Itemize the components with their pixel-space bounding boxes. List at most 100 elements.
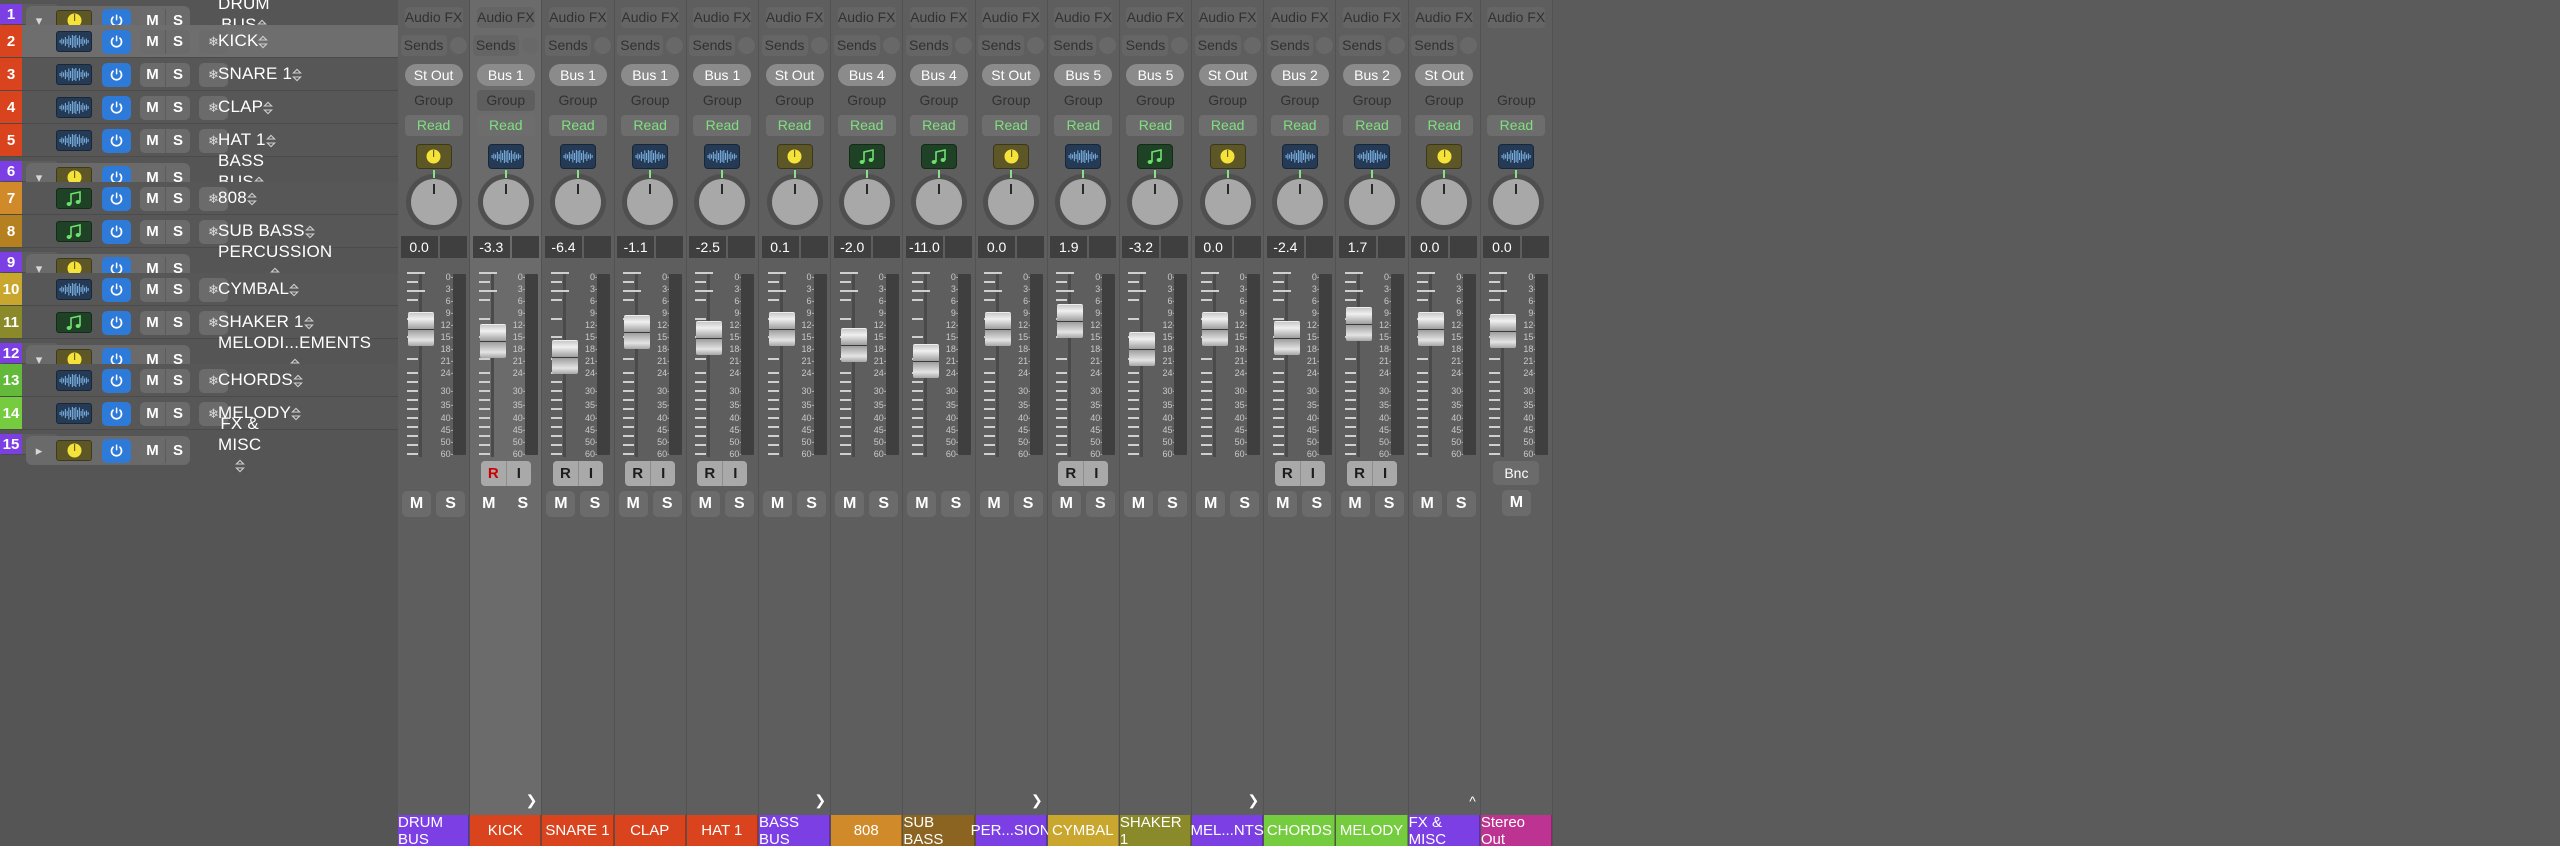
fader-handle[interactable] xyxy=(1201,311,1228,346)
input-monitor-button[interactable]: I xyxy=(1372,461,1397,486)
solo-button[interactable]: S xyxy=(869,491,899,517)
peak-value[interactable] xyxy=(1233,236,1261,258)
fader-handle[interactable] xyxy=(840,328,867,363)
audio-fx-slot[interactable]: Audio FX xyxy=(837,7,896,28)
output-selector[interactable]: St Out xyxy=(404,64,463,86)
pan-knob[interactable] xyxy=(1493,170,1540,225)
volume-value[interactable]: 0.0 xyxy=(1483,236,1521,258)
channel-name-plate[interactable]: BASS BUS xyxy=(758,814,831,846)
send-knob[interactable] xyxy=(1027,37,1045,54)
volume-fader[interactable] xyxy=(1200,272,1228,457)
mute-solo-group[interactable]: MS xyxy=(140,401,190,426)
mute-solo-group[interactable]: MS xyxy=(140,368,190,393)
track-row[interactable]: 12▾MSMELODI...EMENTSAux xyxy=(0,333,565,374)
fader-handle[interactable] xyxy=(1418,311,1445,346)
fader-handle[interactable] xyxy=(479,323,506,358)
channel-type-icon[interactable] xyxy=(1209,144,1246,169)
output-selector[interactable]: Bus 1 xyxy=(548,64,607,86)
volume-fader[interactable] xyxy=(1417,272,1445,457)
chevron-up-icon[interactable]: ^ xyxy=(1469,793,1476,809)
volume-fader[interactable] xyxy=(1489,272,1517,457)
mute-button[interactable]: M xyxy=(140,220,165,244)
mute-solo-group[interactable]: MS xyxy=(140,29,190,54)
send-knob[interactable] xyxy=(593,37,611,54)
pan-knob[interactable] xyxy=(410,170,457,225)
chevron-right-icon[interactable]: ❯ xyxy=(1248,792,1260,809)
pan-knob[interactable] xyxy=(988,170,1035,225)
record-input-group[interactable]: RI xyxy=(1058,461,1109,486)
channel-type-icon[interactable] xyxy=(1137,144,1174,169)
channel-name-plate[interactable]: SUB BASS xyxy=(903,814,975,846)
mute-button[interactable]: M xyxy=(140,369,165,393)
pan-knob[interactable] xyxy=(699,170,746,225)
peak-value[interactable] xyxy=(1450,236,1478,258)
output-selector[interactable]: St Out xyxy=(1198,64,1257,86)
sends-slot[interactable]: Sends xyxy=(1194,35,1241,56)
pan-knob[interactable] xyxy=(843,170,890,225)
output-selector[interactable]: Bus 1 xyxy=(476,64,535,86)
group-slot[interactable]: Group xyxy=(1343,90,1402,111)
channel-type-icon[interactable] xyxy=(1498,144,1535,169)
pan-knob[interactable] xyxy=(1204,170,1251,225)
automation-mode[interactable]: Read xyxy=(548,115,607,136)
channel-strip[interactable]: Audio FX Sends Bus 5 Group Read 1.9 0- 3- 6- 9- 12… xyxy=(1047,0,1120,846)
track-name[interactable]: SNARE 1 xyxy=(218,64,303,84)
sends-slot[interactable]: Sends xyxy=(617,35,664,56)
channel-strip[interactable]: Audio FX Group Read 0.0 0- 3- 6- 9- 12- 15- 18- 21-… xyxy=(1480,0,1553,846)
mute-button[interactable]: M xyxy=(1340,491,1370,517)
mute-button[interactable]: M xyxy=(1196,491,1226,517)
mute-button[interactable]: M xyxy=(140,63,165,87)
send-knob[interactable] xyxy=(954,37,972,54)
track-row[interactable]: 15▸MSFX & MISCAux xyxy=(0,414,565,473)
chevron-right-icon[interactable]: ❯ xyxy=(526,792,538,809)
solo-button[interactable]: S xyxy=(165,128,190,153)
audio-fx-slot[interactable]: Audio FX xyxy=(476,7,535,28)
peak-value[interactable] xyxy=(439,236,467,258)
channel-strip[interactable]: Audio FX Sends St Out Group Read 0.0 0- 3- 6- 9- 1… xyxy=(1190,0,1265,846)
solo-button[interactable]: S xyxy=(165,95,190,120)
peak-value[interactable] xyxy=(800,236,828,258)
volume-value[interactable]: -6.4 xyxy=(544,236,582,258)
pan-knob[interactable] xyxy=(1349,170,1396,225)
output-selector[interactable]: Bus 4 xyxy=(909,64,968,86)
power-icon[interactable] xyxy=(102,277,131,302)
volume-fader[interactable] xyxy=(1056,272,1084,457)
group-slot[interactable]: Group xyxy=(765,90,824,111)
group-slot[interactable]: Group xyxy=(909,90,968,111)
peak-value[interactable] xyxy=(1522,236,1550,258)
solo-button[interactable]: S xyxy=(1013,491,1043,517)
solo-button[interactable]: S xyxy=(165,401,190,426)
mute-button[interactable]: M xyxy=(140,311,165,335)
automation-mode[interactable]: Read xyxy=(1270,115,1329,136)
send-knob[interactable] xyxy=(882,37,900,54)
channel-name-plate[interactable]: HAT 1 xyxy=(686,815,758,846)
volume-fader[interactable] xyxy=(911,272,939,457)
peak-value[interactable] xyxy=(1089,236,1117,258)
audio-fx-slot[interactable]: Audio FX xyxy=(1126,7,1185,28)
mute-button[interactable]: M xyxy=(140,129,165,153)
channel-type-icon[interactable] xyxy=(920,144,957,169)
sends-slot[interactable]: Sends xyxy=(400,35,447,56)
channel-name-plate[interactable]: CLAP xyxy=(614,815,686,846)
track-name[interactable]: CHORDS xyxy=(218,370,303,390)
output-selector[interactable]: St Out xyxy=(1415,64,1474,86)
record-input-group[interactable]: RI xyxy=(1274,461,1325,486)
mute-button[interactable]: M xyxy=(140,439,165,463)
volume-fader[interactable] xyxy=(984,272,1012,457)
input-monitor-button[interactable]: I xyxy=(505,461,531,486)
group-slot[interactable]: Group xyxy=(476,90,535,111)
output-selector[interactable]: Bus 2 xyxy=(1343,64,1402,86)
record-input-group[interactable]: RI xyxy=(1347,461,1398,486)
input-monitor-button[interactable]: I xyxy=(1083,461,1108,486)
solo-button[interactable]: S xyxy=(165,62,190,87)
channel-name-plate[interactable]: CHORDS xyxy=(1264,815,1336,846)
channel-name-plate[interactable]: MEL...NTS xyxy=(1190,815,1264,846)
input-monitor-button[interactable]: I xyxy=(650,461,675,486)
output-selector[interactable]: Bus 4 xyxy=(837,64,896,86)
send-knob[interactable] xyxy=(1388,37,1406,54)
volume-fader[interactable] xyxy=(767,272,795,457)
mute-solo-group[interactable]: MS xyxy=(140,438,190,463)
sends-slot[interactable]: Sends xyxy=(905,35,952,56)
solo-button[interactable]: S xyxy=(1302,491,1332,517)
send-knob[interactable] xyxy=(1243,37,1261,54)
